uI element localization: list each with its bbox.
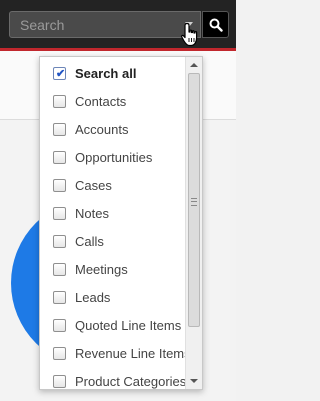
list-item[interactable]: Product Categories xyxy=(40,367,187,389)
option-label: Notes xyxy=(75,205,109,221)
hand-pointer-icon xyxy=(181,22,198,47)
option-label: Meetings xyxy=(75,261,128,277)
checkbox[interactable] xyxy=(53,150,66,164)
checkbox[interactable] xyxy=(53,290,66,304)
search-input[interactable] xyxy=(9,11,201,38)
list-item[interactable]: Leads xyxy=(40,283,185,311)
scroll-thumb[interactable] xyxy=(188,73,200,327)
list-item[interactable]: Calls xyxy=(40,227,185,255)
option-label: Quoted Line Items xyxy=(75,317,182,333)
scroll-up-arrow-icon[interactable] xyxy=(190,63,198,67)
list-item[interactable]: Cases xyxy=(40,171,185,199)
search-button[interactable] xyxy=(202,11,229,38)
list-item[interactable]: Meetings xyxy=(40,255,185,283)
option-label: Cases xyxy=(75,177,112,193)
search-header xyxy=(0,0,236,51)
checkbox[interactable] xyxy=(53,346,66,360)
checkbox[interactable] xyxy=(53,122,66,136)
magnifier-icon xyxy=(209,18,223,32)
checkbox[interactable] xyxy=(53,262,66,276)
option-label: Opportunities xyxy=(75,149,153,165)
checkbox[interactable] xyxy=(53,178,66,192)
checkmark-icon: ✔ xyxy=(56,67,66,80)
checkbox-search-all[interactable]: ✔ xyxy=(53,66,66,80)
grip-icon xyxy=(191,198,197,206)
list-item[interactable]: Revenue Line Items xyxy=(40,339,191,367)
option-label: Accounts xyxy=(75,121,129,137)
list-item-search-all[interactable]: ✔ Search all xyxy=(40,59,185,87)
option-label: Product Categories xyxy=(75,373,187,389)
option-label: Contacts xyxy=(75,93,127,109)
list-item[interactable]: Accounts xyxy=(40,115,185,143)
list-item[interactable]: Contacts xyxy=(40,87,185,115)
option-label: Search all xyxy=(75,65,137,81)
checkbox[interactable] xyxy=(53,206,66,220)
list-item[interactable]: Quoted Line Items xyxy=(40,311,185,339)
module-filter-dropdown: ✔ Search all Contacts Accounts Opportuni… xyxy=(39,56,203,390)
option-label: Revenue Line Items xyxy=(75,345,191,361)
scroll-down-arrow-icon[interactable] xyxy=(190,379,198,383)
checkbox[interactable] xyxy=(53,318,66,332)
option-label: Calls xyxy=(75,233,104,249)
checkbox[interactable] xyxy=(53,94,66,108)
module-list: ✔ Search all Contacts Accounts Opportuni… xyxy=(40,57,191,389)
checkbox[interactable] xyxy=(53,234,66,248)
checkbox[interactable] xyxy=(53,374,66,388)
option-label: Leads xyxy=(75,289,111,305)
list-item[interactable]: Opportunities xyxy=(40,143,185,171)
scrollbar[interactable] xyxy=(185,57,202,389)
list-item[interactable]: Notes xyxy=(40,199,185,227)
